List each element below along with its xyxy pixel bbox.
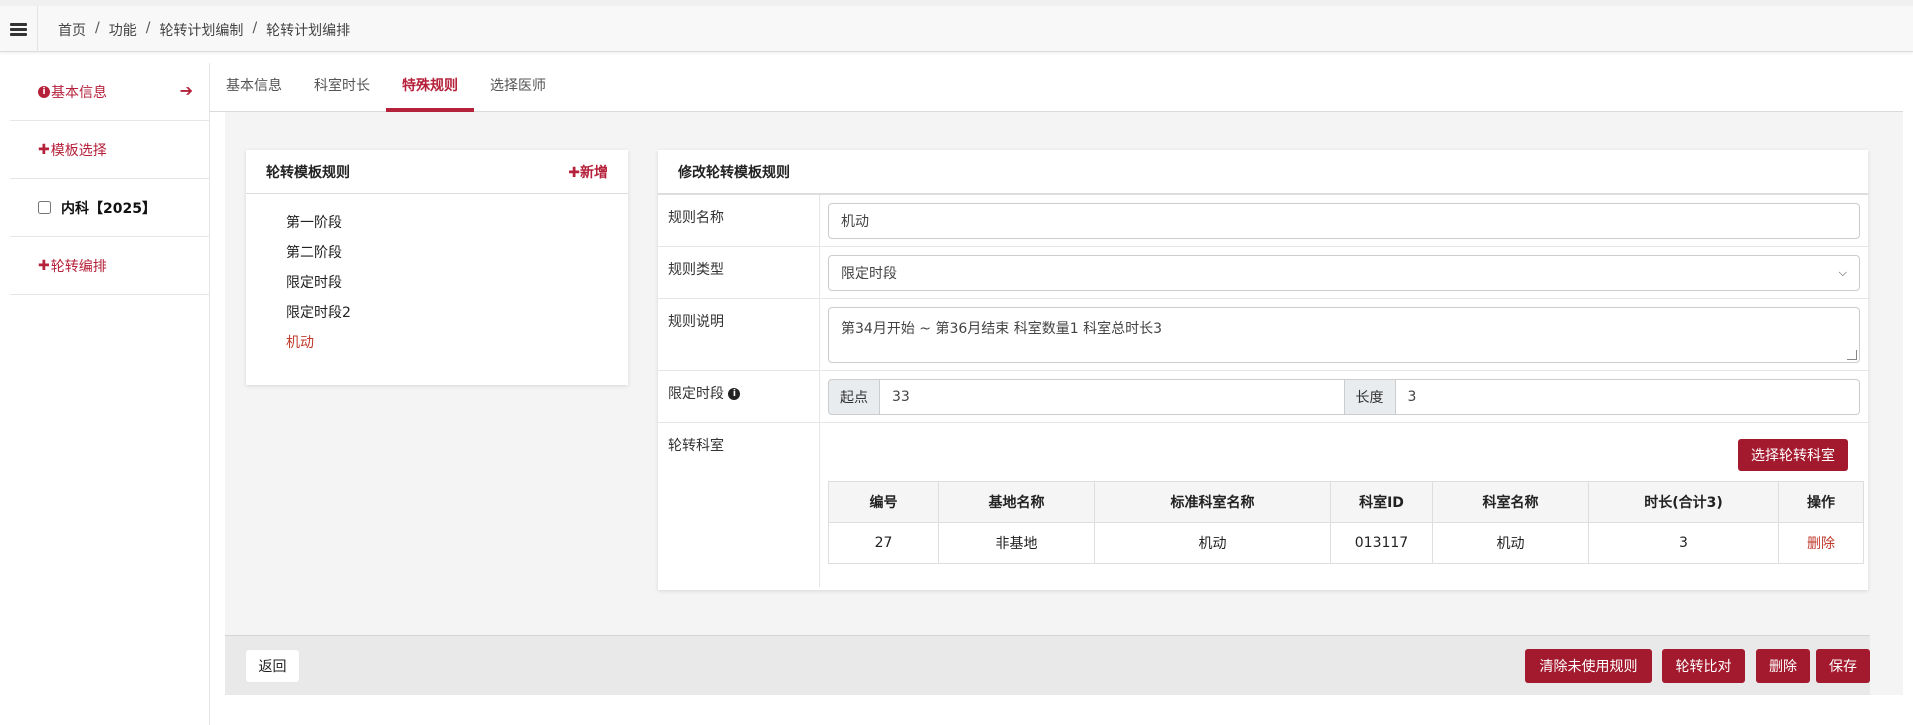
rule-form: 规则名称 机动 规则类型 限定时段 ⌵ 规则说明 第34月开始 ~ 第36月结束… <box>658 194 1868 587</box>
info-icon[interactable]: i <box>728 388 741 400</box>
select-dept-button[interactable]: 选择轮转科室 <box>1738 439 1848 471</box>
sidebar-item-label: 模板选择 <box>50 142 107 159</box>
col-header-action: 操作 <box>1778 481 1864 523</box>
footer-bar: 返回 清除未使用规则 轮转比对 删除 保存 <box>225 635 1870 695</box>
rule-desc-textarea[interactable]: 第34月开始 ~ 第36月结束 科室数量1 科室总时长3 <box>828 307 1860 363</box>
sidebar-item-internal-medicine[interactable]: 内科【2025】 <box>10 179 209 237</box>
form-row-period: 限定时段 i 起点 33 长度 3 <box>658 371 1868 423</box>
rule-desc-label: 规则说明 <box>658 299 820 370</box>
col-header-std-dept: 标准科室名称 <box>1094 481 1331 523</box>
rule-name-input[interactable]: 机动 <box>828 203 1860 239</box>
sidebar-item-label: 轮转编排 <box>50 258 107 275</box>
sidebar-item-label: 内科【2025】 <box>61 200 156 217</box>
rule-item[interactable]: 第一阶段 <box>286 212 628 242</box>
table-header-row: 编号 基地名称 标准科室名称 科室ID 科室名称 时长(合计3) 操作 <box>828 481 1864 523</box>
col-header-dept-name: 科室名称 <box>1432 481 1589 523</box>
sidebar-item-template-select[interactable]: ✚ 模板选择 <box>10 121 209 179</box>
period-label-text: 限定时段 <box>668 386 724 402</box>
col-header-dept-id: 科室ID <box>1330 481 1433 523</box>
cell-id: 27 <box>828 522 939 564</box>
top-bar: 首页 / 功能 / 轮转计划编制 / 轮转计划编排 <box>0 0 1913 52</box>
add-rule-button[interactable]: ✚新增 <box>568 162 608 182</box>
side-menu: i 基本信息 ➔ ✚ 模板选择 内科【2025】 ✚ 轮转编排 <box>10 63 210 725</box>
rule-type-label: 规则类型 <box>658 247 820 298</box>
start-input[interactable]: 33 <box>880 379 1344 415</box>
resize-handle-icon[interactable] <box>1847 350 1857 360</box>
table-row: 27 非基地 机动 013117 机动 3 删除 <box>828 522 1864 564</box>
delete-button[interactable]: 删除 <box>1756 649 1810 683</box>
form-row-type: 规则类型 限定时段 ⌵ <box>658 247 1868 299</box>
arrow-right-icon: ➔ <box>179 81 193 100</box>
breadcrumb-current: 轮转计划编排 <box>266 23 351 39</box>
tab-select-doctor[interactable]: 选择医师 <box>474 63 562 112</box>
hamburger-icon <box>10 22 27 36</box>
tab-dept-duration[interactable]: 科室时长 <box>298 63 386 112</box>
plus-icon: ✚ <box>38 257 50 274</box>
sidebar-item-basic-info[interactable]: i 基本信息 ➔ <box>10 63 209 121</box>
cell-std-dept: 机动 <box>1094 522 1331 564</box>
rule-item-active[interactable]: 机动 <box>286 332 628 362</box>
back-button[interactable]: 返回 <box>246 650 299 682</box>
rule-list: 第一阶段 第二阶段 限定时段 限定时段2 机动 <box>246 194 628 362</box>
tab-bar: 基本信息 科室时长 特殊规则 选择医师 <box>210 63 1903 112</box>
col-header-base: 基地名称 <box>938 481 1095 523</box>
info-circle-icon: i <box>38 85 50 98</box>
clear-unused-rules-button[interactable]: 清除未使用规则 <box>1525 649 1652 683</box>
rules-card-header: 轮转模板规则 ✚新增 <box>246 150 628 194</box>
length-input[interactable]: 3 <box>1395 379 1860 415</box>
rule-type-select[interactable]: 限定时段 ⌵ <box>828 255 1860 291</box>
rules-card-title: 轮转模板规则 <box>266 164 350 181</box>
rules-card: 轮转模板规则 ✚新增 第一阶段 第二阶段 限定时段 限定时段2 机动 <box>246 150 628 385</box>
breadcrumb: 首页 / 功能 / 轮转计划编制 / 轮转计划编排 <box>58 20 351 40</box>
rule-item[interactable]: 限定时段 <box>286 272 628 302</box>
menu-toggle-button[interactable] <box>0 6 38 52</box>
internal-medicine-checkbox[interactable] <box>38 201 51 214</box>
edit-card-title: 修改轮转模板规则 <box>678 164 790 181</box>
plus-icon: ✚ <box>38 141 50 158</box>
cell-dept-id: 013117 <box>1330 522 1433 564</box>
chevron-down-icon: ⌵ <box>1838 266 1847 279</box>
delete-row-link[interactable]: 删除 <box>1807 536 1835 552</box>
cell-base: 非基地 <box>938 522 1095 564</box>
form-row-name: 规则名称 机动 <box>658 195 1868 247</box>
rule-type-value: 限定时段 <box>841 266 897 282</box>
sidebar-item-label: 基本信息 <box>51 84 107 101</box>
dept-label: 轮转科室 <box>658 423 820 587</box>
dept-table: 编号 基地名称 标准科室名称 科室ID 科室名称 时长(合计3) 操作 27 非 <box>828 481 1864 564</box>
period-input-group: 起点 33 长度 3 <box>828 379 1860 415</box>
period-label: 限定时段 i <box>658 371 820 422</box>
breadcrumb-plan-edit[interactable]: 轮转计划编制 <box>159 20 243 40</box>
col-header-duration: 时长(合计3) <box>1588 481 1779 523</box>
col-header-id: 编号 <box>828 481 939 523</box>
cell-action: 删除 <box>1778 522 1864 564</box>
form-row-dept: 轮转科室 选择轮转科室 编号 基地名称 标准科室名称 科室ID 科室名称 时长(… <box>658 423 1868 587</box>
compare-button[interactable]: 轮转比对 <box>1662 649 1745 683</box>
edit-rule-card: 修改轮转模板规则 规则名称 机动 规则类型 限定时段 ⌵ 规则说明 第34月开始… <box>658 150 1868 590</box>
length-addon: 长度 <box>1343 379 1396 415</box>
rule-name-label: 规则名称 <box>658 195 820 246</box>
form-row-desc: 规则说明 第34月开始 ~ 第36月结束 科室数量1 科室总时长3 <box>658 299 1868 371</box>
rule-item[interactable]: 第二阶段 <box>286 242 628 272</box>
edit-card-header: 修改轮转模板规则 <box>658 150 1868 194</box>
sidebar-item-rotation-schedule[interactable]: ✚ 轮转编排 <box>10 237 209 295</box>
tab-basic-info[interactable]: 基本信息 <box>210 63 298 112</box>
breadcrumb-function[interactable]: 功能 <box>109 20 137 40</box>
breadcrumb-home[interactable]: 首页 <box>58 20 86 40</box>
tab-special-rules[interactable]: 特殊规则 <box>386 63 474 112</box>
save-button[interactable]: 保存 <box>1816 649 1870 683</box>
rule-desc-value: 第34月开始 ~ 第36月结束 科室数量1 科室总时长3 <box>841 321 1162 337</box>
cell-dept-name: 机动 <box>1432 522 1589 564</box>
rule-item[interactable]: 限定时段2 <box>286 302 628 332</box>
start-addon: 起点 <box>828 379 880 415</box>
cell-duration: 3 <box>1588 522 1779 564</box>
